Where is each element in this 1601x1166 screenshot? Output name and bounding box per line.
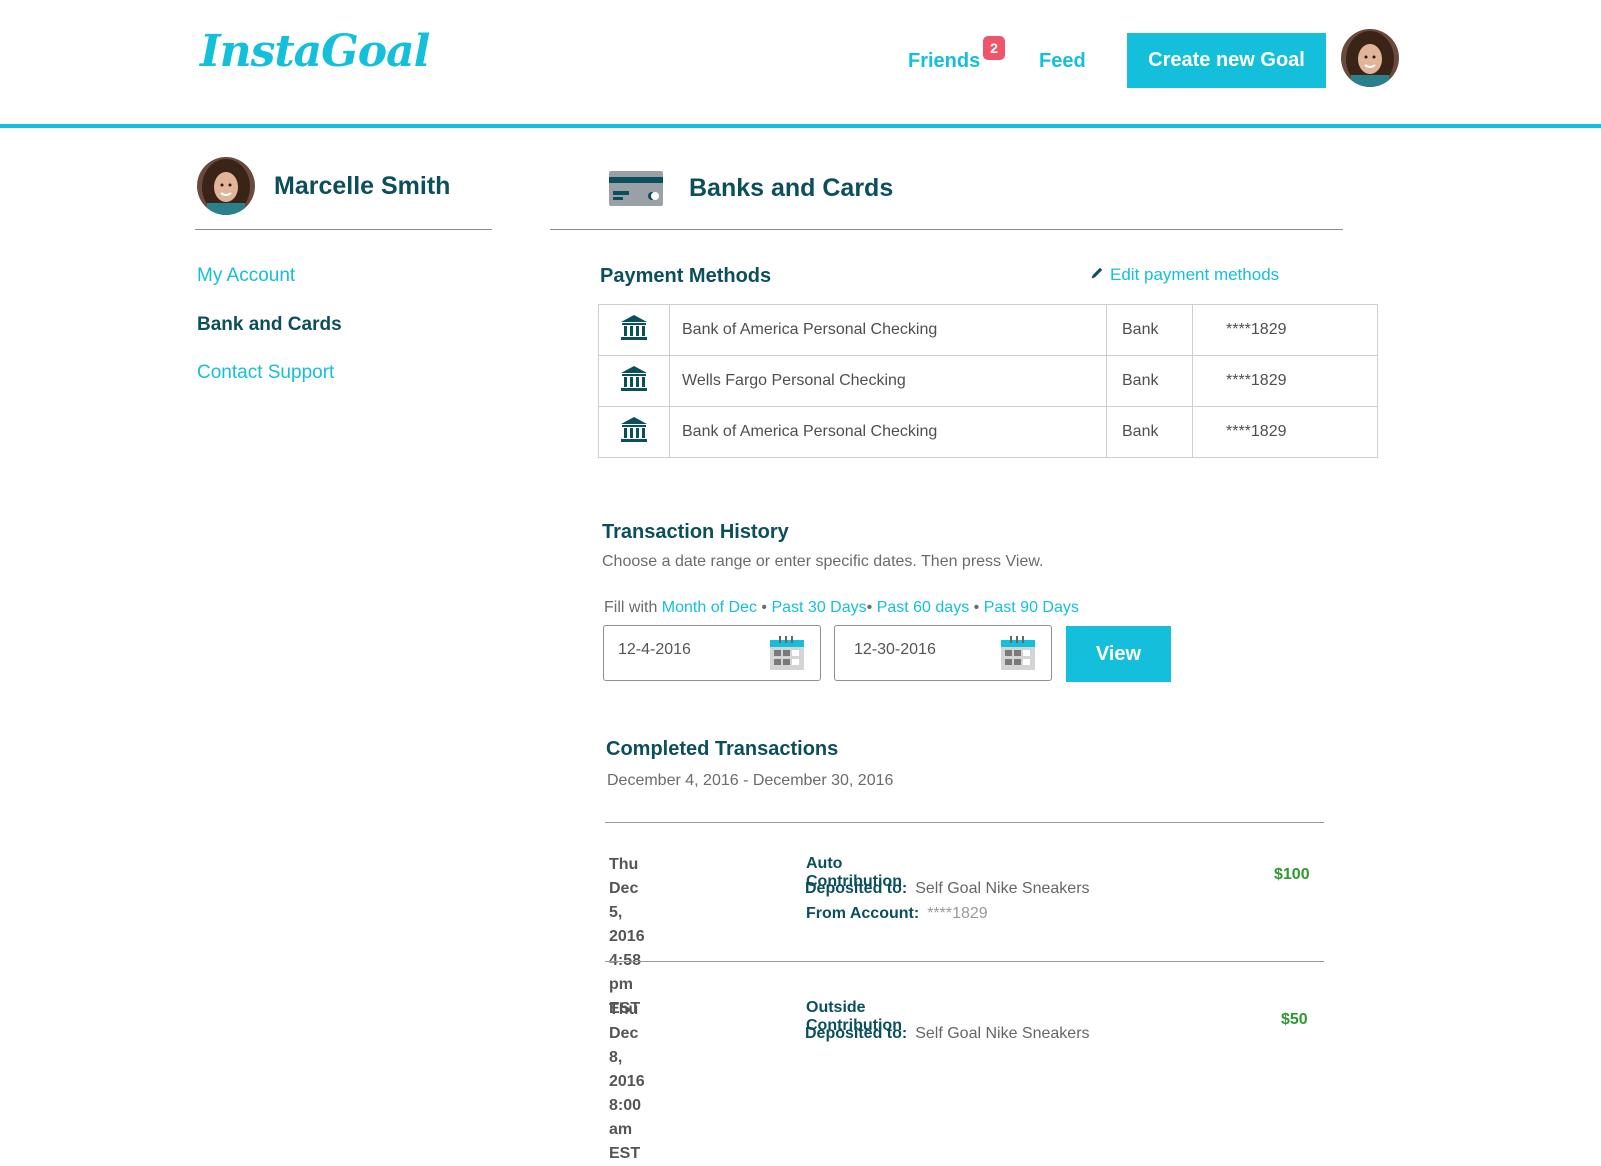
transaction-date: Thu Dec 8, 2016 [609, 1001, 645, 1090]
sidebar-divider [195, 229, 492, 230]
deposited-to-label: Deposited to: [805, 1025, 908, 1042]
logo[interactable]: InstaGoal [200, 26, 430, 77]
sidebar-item-my-account[interactable]: My Account [197, 265, 295, 287]
transaction-divider [605, 822, 1324, 823]
end-date-field[interactable] [834, 625, 1052, 681]
transaction-amount: $50 [1281, 1011, 1308, 1028]
fill-with-row: Fill with Month of Dec • Past 30 Days• P… [604, 599, 1079, 617]
edit-payment-methods-label: Edit payment methods [1110, 265, 1280, 284]
transaction-time: 8:00 am EST [609, 1097, 642, 1162]
friends-count-badge: 2 [983, 36, 1005, 60]
transaction-amount: $100 [1274, 866, 1310, 883]
start-date-field[interactable] [603, 625, 821, 681]
fill-month-of-dec[interactable]: Month of Dec [662, 599, 757, 616]
create-goal-button[interactable]: Create new Goal [1127, 33, 1326, 88]
deposited-to-label: Deposited to: [805, 880, 908, 897]
user-name: Marcelle Smith [274, 172, 451, 200]
nav-feed-link[interactable]: Feed [1039, 50, 1086, 73]
fill-past-60-days[interactable]: Past 60 days [877, 599, 970, 616]
nav-friends-link[interactable]: Friends [908, 50, 980, 73]
history-instructions: Choose a date range or enter specific da… [602, 553, 1044, 570]
view-button[interactable]: View [1066, 626, 1171, 682]
bank-name: Bank of America Personal Checking [669, 304, 1107, 356]
deposited-to-value: Self Goal Nike Sneakers [915, 880, 1090, 897]
account-number: ****1829 [1192, 406, 1378, 458]
edit-payment-methods-link[interactable]: Edit payment methods [1090, 265, 1279, 285]
transaction-date: Thu Dec 5, 2016 [609, 856, 645, 945]
end-date-input[interactable] [852, 640, 996, 660]
bank-icon [598, 406, 670, 458]
from-account-label: From Account: [806, 905, 920, 922]
header-divider [0, 124, 1601, 128]
payment-method-row[interactable]: Bank of America Personal Checking Bank *… [598, 304, 1378, 356]
fill-separator: • [761, 599, 768, 616]
fill-separator: • [866, 599, 873, 616]
fill-past-30-days[interactable]: Past 30 Days [771, 599, 866, 616]
account-type: Bank [1106, 304, 1193, 356]
page-title: Banks and Cards [689, 174, 894, 202]
calendar-icon[interactable] [770, 636, 804, 675]
payment-method-row[interactable]: Wells Fargo Personal Checking Bank ****1… [598, 355, 1378, 407]
bank-icon [598, 304, 670, 356]
pencil-icon [1090, 265, 1104, 285]
fill-past-90-days[interactable]: Past 90 Days [984, 599, 1079, 616]
header-avatar[interactable] [1341, 29, 1399, 87]
account-number: ****1829 [1192, 355, 1378, 407]
payment-method-row[interactable]: Bank of America Personal Checking Bank *… [598, 406, 1378, 458]
completed-date-range: December 4, 2016 - December 30, 2016 [607, 772, 894, 789]
bank-name: Bank of America Personal Checking [669, 406, 1107, 458]
fill-separator: • [973, 599, 980, 616]
profile-avatar [197, 157, 255, 215]
deposited-to-value: Self Goal Nike Sneakers [915, 1025, 1090, 1042]
account-type: Bank [1106, 355, 1193, 407]
sidebar-item-contact-support[interactable]: Contact Support [197, 362, 334, 384]
account-type: Bank [1106, 406, 1193, 458]
completed-transactions-title: Completed Transactions [606, 738, 839, 760]
payment-methods-title: Payment Methods [600, 265, 772, 287]
sidebar-item-bank-and-cards[interactable]: Bank and Cards [197, 314, 342, 336]
bank-icon [598, 355, 670, 407]
start-date-input[interactable] [616, 640, 760, 660]
bank-name: Wells Fargo Personal Checking [669, 355, 1107, 407]
payment-methods-table: Bank of America Personal Checking Bank *… [598, 304, 1378, 458]
credit-card-icon [609, 171, 663, 211]
transaction-divider [605, 961, 1324, 962]
fill-with-label: Fill with [604, 599, 658, 616]
transaction-history-title: Transaction History [602, 521, 789, 543]
from-account-value: ****1829 [927, 905, 988, 922]
main-divider [550, 229, 1343, 230]
calendar-icon[interactable] [1001, 636, 1035, 675]
account-number: ****1829 [1192, 304, 1378, 356]
